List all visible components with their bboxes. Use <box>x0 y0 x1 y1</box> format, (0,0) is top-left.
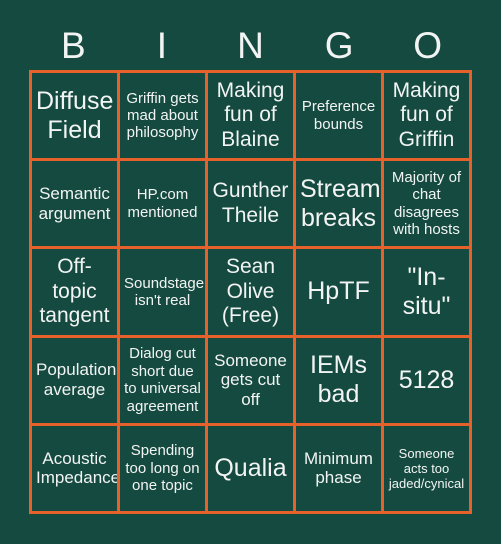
bingo-cell-label: Population average <box>36 360 117 400</box>
bingo-cell-label: Minimum phase <box>304 448 373 488</box>
bingo-cell[interactable]: 5128 <box>384 337 472 426</box>
bingo-cell-label: Qualia <box>214 453 287 482</box>
bingo-cell[interactable]: Minimum phase <box>296 425 384 514</box>
bingo-cell[interactable]: Soundstage isn't real <box>120 249 208 338</box>
bingo-cell-label: Making fun of Blaine <box>216 79 285 151</box>
bingo-cell-label: Making fun of Griffin <box>392 79 461 151</box>
bingo-cell[interactable]: Acoustic Impedance <box>32 425 120 514</box>
bingo-cell[interactable]: IEMs bad <box>296 337 384 426</box>
bingo-cell[interactable]: Stream breaks <box>296 161 384 250</box>
bingo-cell[interactable]: Preference bounds <box>296 73 384 162</box>
bingo-cell[interactable]: Population average <box>32 337 120 426</box>
bingo-cell-label: Majority of chat disagrees with hosts <box>391 169 462 239</box>
bingo-cell[interactable]: Gunther Theile <box>208 161 296 250</box>
bingo-cell-label: Preference bounds <box>301 98 376 133</box>
bingo-cell-label: Gunther Theile <box>212 179 289 227</box>
bingo-cell-label: Sean Olive (Free) <box>221 255 280 328</box>
bingo-cell[interactable]: HpTF <box>296 249 384 338</box>
header-letter-i: I <box>156 24 168 66</box>
bingo-cell-label: Someone gets cut off <box>214 350 287 410</box>
bingo-cell-label: Diffuse Field <box>36 86 114 144</box>
header-letter-g: G <box>324 24 354 66</box>
bingo-cell-label: Someone acts too jaded/cynical <box>388 445 465 491</box>
bingo-cell-label: HpTF <box>307 277 370 306</box>
bingo-cell-label: Semantic argument <box>38 184 111 223</box>
bingo-cell[interactable]: Off-topic tangent <box>32 249 120 338</box>
bingo-card: B I N G O Diffuse Field Griffin gets mad … <box>0 0 501 544</box>
header-letter-b: B <box>60 24 86 66</box>
header-letter-n: N <box>237 24 264 66</box>
bingo-cell[interactable]: Sean Olive (Free) <box>208 249 296 338</box>
bingo-cell[interactable]: Dialog cut short due to universal agreem… <box>120 337 208 426</box>
bingo-cell-label: Griffin gets mad about philosophy <box>126 89 199 142</box>
bingo-cell[interactable]: Spending too long on one topic <box>120 425 208 514</box>
bingo-cell-label: "In-situ" <box>402 262 451 320</box>
bingo-cell-label: Soundstage isn't real <box>124 274 205 309</box>
bingo-cell[interactable]: Griffin gets mad about philosophy <box>120 73 208 162</box>
bingo-cell[interactable]: Diffuse Field <box>32 73 120 162</box>
bingo-cell-label: HP.com mentioned <box>127 186 198 221</box>
bingo-cell[interactable]: HP.com mentioned <box>120 161 208 250</box>
bingo-cell[interactable]: Semantic argument <box>32 161 120 250</box>
bingo-cell-label: Off-topic tangent <box>39 255 110 328</box>
bingo-cell[interactable]: Qualia <box>208 425 296 514</box>
header-letter-o: O <box>413 24 443 66</box>
bingo-cell-label: IEMs bad <box>310 351 367 409</box>
bingo-cell[interactable]: Someone acts too jaded/cynical <box>384 425 472 514</box>
bingo-cell[interactable]: Making fun of Blaine <box>208 73 296 162</box>
bingo-cell[interactable]: "In-situ" <box>384 249 472 338</box>
bingo-cell-label: 5128 <box>398 365 455 394</box>
bingo-grid: Diffuse Field Griffin gets mad about phil… <box>29 70 472 514</box>
bingo-cell-label: Stream breaks <box>300 174 381 232</box>
bingo-header: B I N G O <box>29 20 472 70</box>
bingo-cell-label: Acoustic Impedance <box>36 448 120 488</box>
bingo-cell[interactable]: Majority of chat disagrees with hosts <box>384 161 472 250</box>
bingo-cell-label: Spending too long on one topic <box>125 442 200 495</box>
bingo-cell[interactable]: Someone gets cut off <box>208 337 296 426</box>
bingo-cell-label: Dialog cut short due to universal agreem… <box>124 345 201 415</box>
bingo-cell[interactable]: Making fun of Griffin <box>384 73 472 162</box>
